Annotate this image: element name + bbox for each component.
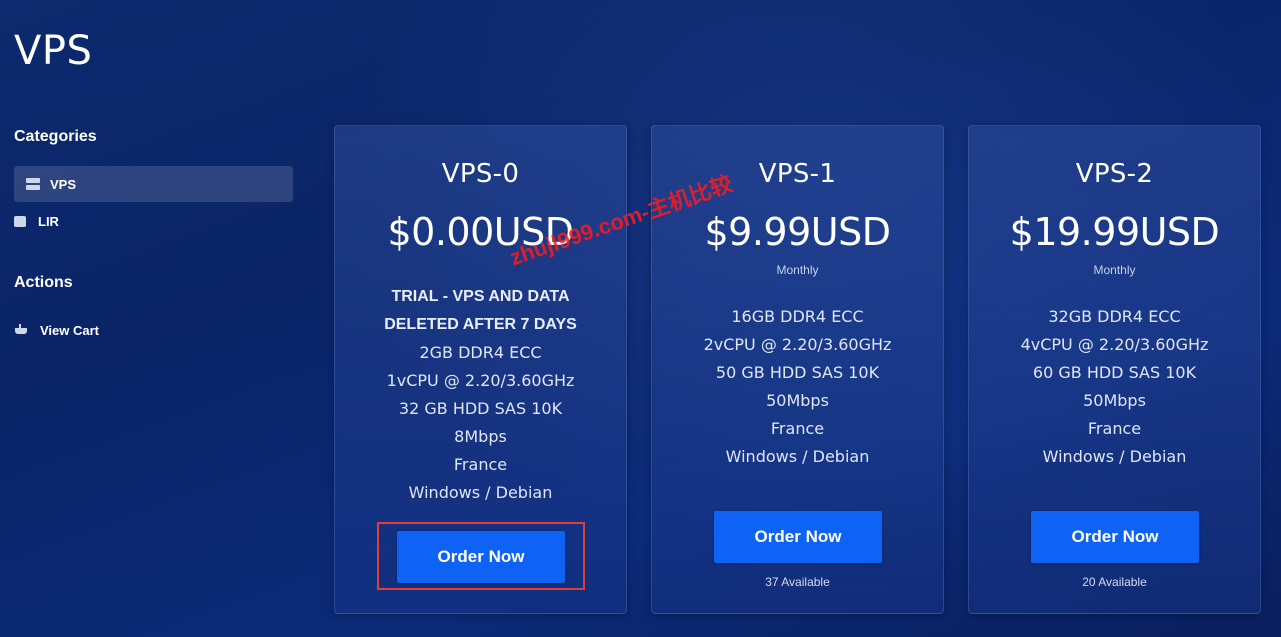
feature-item: France [1087, 419, 1142, 438]
feature-item: France [453, 455, 508, 474]
feature-item: 16GB DDR4 ECC [731, 307, 864, 326]
product-card-vps-2: VPS-2 $19.99USD Monthly 32GB DDR4 ECC 4v… [968, 125, 1261, 614]
sidebar-item-label: VPS [50, 176, 77, 192]
feature-item: TRIAL - VPS AND DATA [391, 288, 570, 305]
server-icon [26, 178, 40, 190]
feature-list: TRIAL - VPS AND DATA DELETED AFTER 7 DAY… [335, 283, 626, 507]
product-card-vps-1: VPS-1 $9.99USD Monthly 16GB DDR4 ECC 2vC… [651, 125, 944, 614]
feature-item: Windows / Debian [725, 447, 870, 466]
sidebar-item-lir[interactable]: LIR [14, 203, 293, 239]
feature-item: 50Mbps [1083, 391, 1146, 410]
feature-list: 16GB DDR4 ECC 2vCPU @ 2.20/3.60GHz 50 GB… [652, 303, 943, 471]
billing-cycle: Monthly [1093, 263, 1136, 277]
feature-item: 2vCPU @ 2.20/3.60GHz [703, 335, 892, 354]
product-price: $9.99USD [704, 210, 891, 254]
billing-cycle: Monthly [776, 263, 819, 277]
sidebar-item-vps[interactable]: VPS [14, 166, 293, 202]
feature-item: 4vCPU @ 2.20/3.60GHz [1020, 335, 1209, 354]
sidebar-item-view-cart[interactable]: View Cart [14, 312, 293, 348]
product-card-vps-0: VPS-0 $0.00USD TRIAL - VPS AND DATA DELE… [334, 125, 627, 614]
feature-item: Windows / Debian [1042, 447, 1187, 466]
feature-item: 32GB DDR4 ECC [1048, 307, 1181, 326]
availability-count: 20 Available [1082, 575, 1147, 589]
product-name: VPS-2 [1075, 159, 1154, 189]
feature-item: 50Mbps [766, 391, 829, 410]
actions-heading: Actions [14, 274, 73, 291]
feature-item: 50 GB HDD SAS 10K [715, 363, 880, 382]
feature-item: France [770, 419, 825, 438]
categories-heading: Categories [14, 128, 97, 145]
sidebar-item-label: View Cart [40, 322, 100, 338]
order-now-button[interactable]: Order Now [714, 511, 882, 563]
sidebar-item-label: LIR [38, 213, 59, 229]
feature-list: 32GB DDR4 ECC 4vCPU @ 2.20/3.60GHz 60 GB… [969, 303, 1260, 471]
product-name: VPS-0 [441, 159, 520, 189]
feature-item: Windows / Debian [408, 483, 553, 502]
order-now-button[interactable]: Order Now [1031, 511, 1199, 563]
product-price: $19.99USD [1009, 210, 1220, 254]
feature-item: 32 GB HDD SAS 10K [398, 399, 563, 418]
box-icon [14, 215, 26, 227]
feature-item: 60 GB HDD SAS 10K [1032, 363, 1197, 382]
page-title: VPS [14, 28, 93, 74]
availability-count: 37 Available [765, 575, 830, 589]
feature-item: DELETED AFTER 7 DAYS [384, 316, 577, 333]
product-name: VPS-1 [758, 159, 837, 189]
product-price: $0.00USD [387, 210, 574, 254]
order-now-button[interactable]: Order Now [397, 531, 565, 583]
cart-icon [14, 324, 28, 336]
feature-item: 8Mbps [454, 427, 507, 446]
feature-item: 2GB DDR4 ECC [419, 343, 542, 362]
feature-item: 1vCPU @ 2.20/3.60GHz [386, 371, 575, 390]
